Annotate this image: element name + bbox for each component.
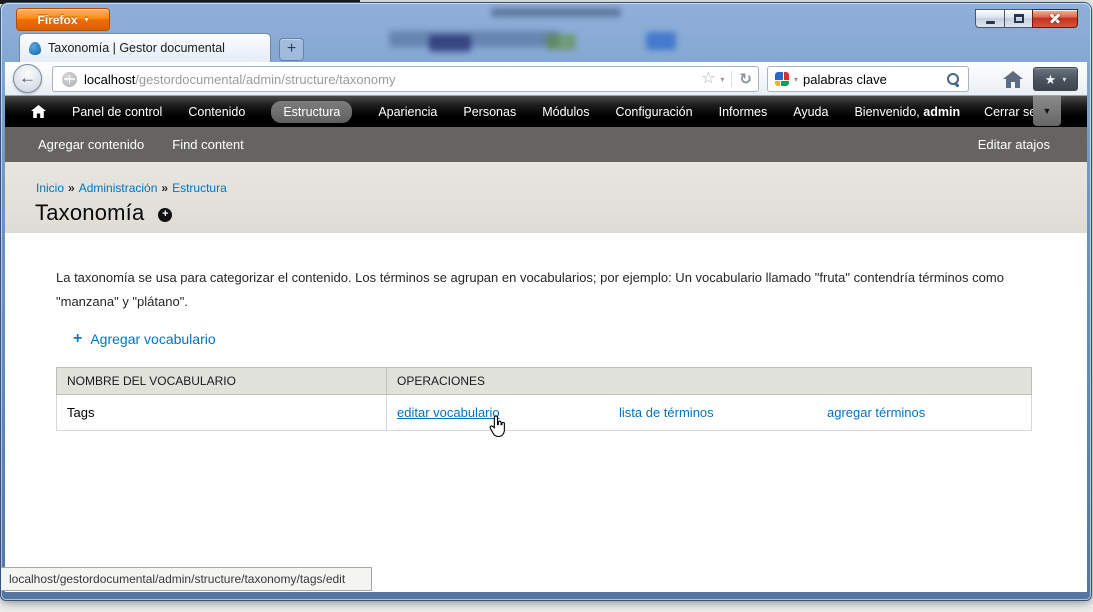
header-nombre: NOMBRE DEL VOCABULARIO	[56, 367, 387, 395]
menu-item-estructura[interactable]: Estructura	[271, 100, 353, 123]
taxonomy-description: La taxonomía se usa para categorizar el …	[56, 270, 1004, 309]
back-button[interactable]: ←	[13, 64, 42, 93]
toolbar-toggle-button[interactable]: ▼	[1033, 96, 1061, 126]
operations-cell: editar vocabulario lista de términos agr…	[397, 405, 1021, 420]
chevron-down-icon[interactable]: ▾	[794, 75, 798, 84]
vocabulary-table: NOMBRE DEL VOCABULARIO OPERACIONES Tags …	[56, 367, 1032, 431]
shortcut-bar: Agregar contenido Find content Editar at…	[5, 127, 1087, 162]
page-header: Inicio» Administración» Estructura Taxonom…	[5, 162, 1087, 233]
menu-item-contenido[interactable]: Contenido	[188, 105, 245, 119]
search-box[interactable]: ▾ palabras clave	[767, 66, 969, 92]
breadcrumb: Inicio» Administración» Estructura	[36, 181, 227, 195]
bookmark-star-icon[interactable]: ☆	[701, 71, 715, 87]
bookmarks-star-icon: ★	[1044, 71, 1057, 87]
desktop: Firefox ▾ Taxonomía | Gestor documental …	[0, 0, 1093, 612]
table-row: Tags editar vocabulario lista de término…	[56, 394, 1032, 431]
window-controls	[975, 9, 1078, 28]
main-content: La taxonomía se usa para categorizar el …	[5, 233, 1087, 592]
header-operaciones: OPERACIONES	[386, 367, 1032, 395]
navigation-toolbar: ← localhost/gestordocumental/admin/struc…	[5, 62, 1087, 96]
chevron-down-icon[interactable]: ▾	[720, 75, 724, 84]
drupal-favicon-icon	[29, 41, 41, 55]
username: admin	[923, 104, 961, 119]
edit-shortcuts-link[interactable]: Editar atajos	[978, 137, 1050, 152]
admin-home-icon[interactable]	[31, 105, 46, 118]
page-title: Taxonomía +	[35, 200, 173, 226]
status-tooltip: localhost/gestordocumental/admin/structu…	[1, 567, 372, 591]
breadcrumb-inicio[interactable]: Inicio	[36, 181, 64, 195]
close-button[interactable]	[1032, 9, 1078, 28]
table-header-row: NOMBRE DEL VOCABULARIO OPERACIONES	[56, 367, 1032, 395]
google-icon[interactable]	[775, 72, 789, 86]
maximize-icon	[1013, 14, 1024, 23]
maximize-button[interactable]	[1004, 9, 1033, 28]
breadcrumb-separator: »	[68, 181, 75, 195]
menu-item-modulos[interactable]: Módulos	[542, 105, 589, 119]
reload-icon[interactable]: ↻	[739, 72, 752, 87]
chevron-down-icon: ▾	[1062, 74, 1067, 84]
minimize-icon	[985, 20, 995, 24]
breadcrumb-administracion[interactable]: Administración	[79, 181, 158, 195]
admin-toolbar: Panel de control Contenido Estructura Ap…	[5, 96, 1087, 127]
search-icon[interactable]	[946, 72, 961, 87]
url-path: /gestordocumental/admin/structure/taxono…	[135, 71, 396, 87]
url-text[interactable]: localhost/gestordocumental/admin/structu…	[84, 72, 701, 87]
menu-item-personas[interactable]: Personas	[463, 105, 516, 119]
contextual-add-icon[interactable]: +	[158, 207, 173, 222]
menu-item-apariencia[interactable]: Apariencia	[378, 105, 437, 119]
menu-item-informes[interactable]: Informes	[719, 105, 768, 119]
divider	[731, 71, 733, 87]
url-bar-icons: ☆ ▾ ↻	[701, 71, 752, 87]
home-button[interactable]	[1000, 67, 1026, 91]
tab-title: Taxonomía | Gestor documental	[48, 41, 225, 55]
menu-item-panel-de-control[interactable]: Panel de control	[72, 105, 162, 119]
globe-icon	[62, 71, 77, 87]
url-bar[interactable]: localhost/gestordocumental/admin/structu…	[52, 66, 759, 92]
add-vocabulary-action[interactable]: + Agregar vocabulario	[73, 330, 216, 348]
home-icon	[1003, 70, 1023, 88]
tab-strip: Taxonomía | Gestor documental +	[1, 30, 1091, 62]
breadcrumb-estructura[interactable]: Estructura	[172, 181, 227, 195]
titlebar[interactable]: Firefox ▾	[1, 3, 1091, 31]
vocabulary-name-cell: Tags	[56, 394, 387, 431]
minimize-button[interactable]	[975, 9, 1005, 28]
menu-item-ayuda[interactable]: Ayuda	[793, 105, 828, 119]
bookmarks-button[interactable]: ★ ▾	[1033, 67, 1078, 91]
tab-taxonomia[interactable]: Taxonomía | Gestor documental	[19, 33, 271, 62]
list-terms-link[interactable]: lista de términos	[619, 405, 714, 420]
browser-window: Firefox ▾ Taxonomía | Gestor documental …	[1, 3, 1091, 600]
welcome-text: Bienvenido, admin	[854, 104, 961, 119]
edit-vocabulary-link[interactable]: editar vocabulario	[397, 405, 500, 420]
new-tab-button[interactable]: +	[279, 38, 304, 61]
shortcut-agregar-contenido[interactable]: Agregar contenido	[38, 137, 144, 152]
plus-icon: +	[73, 330, 83, 347]
shortcut-find-content[interactable]: Find content	[172, 137, 244, 152]
chevron-down-icon: ▾	[84, 15, 89, 24]
firefox-menu-label: Firefox	[37, 12, 78, 27]
menu-item-configuracion[interactable]: Configuración	[615, 105, 692, 119]
url-host: localhost	[84, 71, 136, 87]
add-vocabulary-link[interactable]: Agregar vocabulario	[90, 331, 215, 347]
firefox-menu-button[interactable]: Firefox ▾	[16, 8, 110, 31]
page-viewport: Panel de control Contenido Estructura Ap…	[5, 96, 1087, 592]
add-terms-link[interactable]: agregar términos	[827, 405, 925, 420]
breadcrumb-separator: »	[161, 181, 169, 195]
chevron-down-icon: ▼	[1042, 106, 1052, 116]
search-input[interactable]: palabras clave	[803, 72, 941, 87]
